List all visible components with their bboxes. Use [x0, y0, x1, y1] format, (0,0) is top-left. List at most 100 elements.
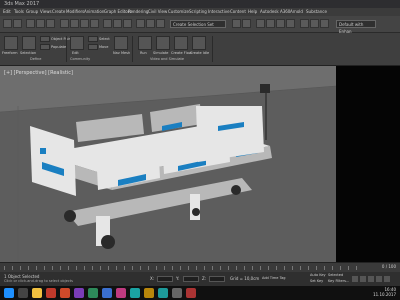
ribbon-tool-label: Freeform: [2, 51, 18, 55]
ribbon-tool-label: Selection: [20, 51, 37, 55]
menu-bar: Edit Tools Group Views Create Modifiers …: [0, 8, 400, 16]
unlink-icon[interactable]: [36, 19, 45, 28]
curve-editor-icon[interactable]: [266, 19, 275, 28]
taskbar-app-e-icon[interactable]: [116, 288, 126, 298]
taskbar-app-h-icon[interactable]: [172, 288, 182, 298]
menu-item-interactive[interactable]: Interactive: [208, 8, 230, 16]
undo-icon[interactable]: [3, 19, 12, 28]
populate-icon[interactable]: [40, 44, 50, 50]
bind-space-warp-icon[interactable]: [46, 19, 55, 28]
create-flow-icon[interactable]: [174, 36, 188, 50]
rendered-frame-icon[interactable]: [310, 19, 319, 28]
angle-snap-icon[interactable]: [146, 19, 155, 28]
move-tool-icon[interactable]: [88, 44, 98, 50]
simulate-icon[interactable]: [156, 36, 170, 50]
window-crossing-icon[interactable]: [90, 19, 99, 28]
taskbar-search-icon[interactable]: [18, 288, 28, 298]
nav-mesh-icon[interactable]: [114, 36, 128, 50]
goto-end-icon[interactable]: [384, 276, 390, 282]
taskbar-app-g-icon[interactable]: [144, 288, 154, 298]
bed-column: [190, 194, 200, 220]
perspective-viewport[interactable]: [+] [Perspective] [Realistic]: [0, 66, 336, 262]
layer-explorer-icon[interactable]: [256, 19, 265, 28]
status-bar: 1 Object Selected Click or click-and-dra…: [0, 272, 400, 286]
taskbar-app-b-icon[interactable]: [74, 288, 84, 298]
play-icon[interactable]: [368, 276, 374, 282]
set-key-button[interactable]: Set Key: [310, 279, 323, 283]
taskbar-app-i-icon[interactable]: [186, 288, 196, 298]
workspace-dropdown[interactable]: Default with Enhan: [336, 20, 376, 34]
prev-frame-icon[interactable]: [360, 276, 366, 282]
menu-item-modifiers[interactable]: Modifiers: [66, 8, 84, 16]
create-idle-icon[interactable]: [192, 36, 206, 50]
bed-wheel: [101, 235, 115, 249]
menu-item-animation[interactable]: Animation: [84, 8, 104, 16]
render-setup-icon[interactable]: [300, 19, 309, 28]
link-icon[interactable]: [26, 19, 35, 28]
menu-item-scripting[interactable]: Scripting: [189, 8, 207, 16]
command-panel[interactable]: [336, 66, 400, 262]
ribbon-tool-label: Move: [99, 45, 109, 49]
taskbar-start-icon[interactable]: [4, 288, 14, 298]
taskbar-app-d-icon[interactable]: [102, 288, 112, 298]
freeform-tool-icon[interactable]: [4, 36, 18, 50]
taskbar-app-c-icon[interactable]: [88, 288, 98, 298]
select-tool-icon[interactable]: [88, 36, 98, 42]
redo-icon[interactable]: [13, 19, 22, 28]
schematic-view-icon[interactable]: [276, 19, 285, 28]
x-coordinate-field[interactable]: [157, 276, 173, 282]
menu-item-create[interactable]: Create: [52, 8, 65, 16]
next-frame-icon[interactable]: [376, 276, 382, 282]
select-object-icon[interactable]: [60, 19, 69, 28]
percent-snap-icon[interactable]: [156, 19, 165, 28]
ribbon-tool-label: Populate: [51, 45, 67, 49]
key-filters-button[interactable]: Key Filters...: [328, 279, 349, 283]
mirror-icon[interactable]: [232, 19, 241, 28]
menu-item-arnold[interactable]: Arnold: [290, 8, 303, 16]
add-time-tag[interactable]: Add Time Tag: [262, 276, 286, 280]
taskbar-record-icon[interactable]: [46, 288, 56, 298]
goto-start-icon[interactable]: [352, 276, 358, 282]
edit-tool-icon[interactable]: [70, 36, 84, 50]
rotate-icon[interactable]: [113, 19, 122, 28]
scale-icon[interactable]: [123, 19, 132, 28]
menu-item-tools[interactable]: Tools: [14, 8, 24, 16]
auto-key-button[interactable]: Auto Key: [310, 273, 326, 277]
menu-item-substance[interactable]: Substance: [306, 8, 327, 16]
menu-item-group[interactable]: Group: [26, 8, 38, 16]
taskbar-app-a-icon[interactable]: [60, 288, 70, 298]
selection-region-icon[interactable]: [80, 19, 89, 28]
menu-item-a360[interactable]: Autodesk A360: [260, 8, 290, 16]
menu-item-rendering[interactable]: Rendering: [128, 8, 148, 16]
align-icon[interactable]: [242, 19, 251, 28]
z-coordinate-field[interactable]: [209, 276, 225, 282]
render-icon[interactable]: [320, 19, 329, 28]
selection-tool-icon[interactable]: [22, 36, 36, 50]
footboard-logo: [40, 148, 46, 154]
taskbar-clock[interactable]: 16:40 11.10.2017: [373, 287, 396, 297]
run-icon[interactable]: [138, 36, 152, 50]
bed-wheel: [231, 185, 241, 195]
menu-item-help[interactable]: Help: [248, 8, 257, 16]
select-by-name-icon[interactable]: [70, 19, 79, 28]
selected-dropdown[interactable]: Selected: [328, 273, 343, 277]
menu-item-civil-view[interactable]: Civil View: [148, 8, 167, 16]
y-coordinate-field[interactable]: [183, 276, 199, 282]
ribbon-separator: [66, 36, 67, 62]
material-editor-icon[interactable]: [286, 19, 295, 28]
selection-set-dropdown[interactable]: Create Selection Set: [170, 20, 226, 28]
object-paint-icon[interactable]: [40, 36, 50, 42]
ribbon: Freeform Selection Object Paint Populate…: [0, 33, 400, 66]
bed-monitor: [260, 84, 270, 93]
snap-toggle-icon[interactable]: [136, 19, 145, 28]
clock-date: 11.10.2017: [373, 292, 396, 297]
menu-item-edit[interactable]: Edit: [3, 8, 11, 16]
viewport-label[interactable]: [+] [Perspective] [Realistic]: [4, 70, 73, 76]
menu-item-customize[interactable]: Customize: [168, 8, 189, 16]
move-icon[interactable]: [103, 19, 112, 28]
taskbar-explorer-icon[interactable]: [32, 288, 42, 298]
menu-item-views[interactable]: Views: [40, 8, 52, 16]
taskbar-app-f-icon[interactable]: [130, 288, 140, 298]
menu-item-content[interactable]: Content: [230, 8, 246, 16]
taskbar-3dsmax-icon[interactable]: [158, 288, 168, 298]
